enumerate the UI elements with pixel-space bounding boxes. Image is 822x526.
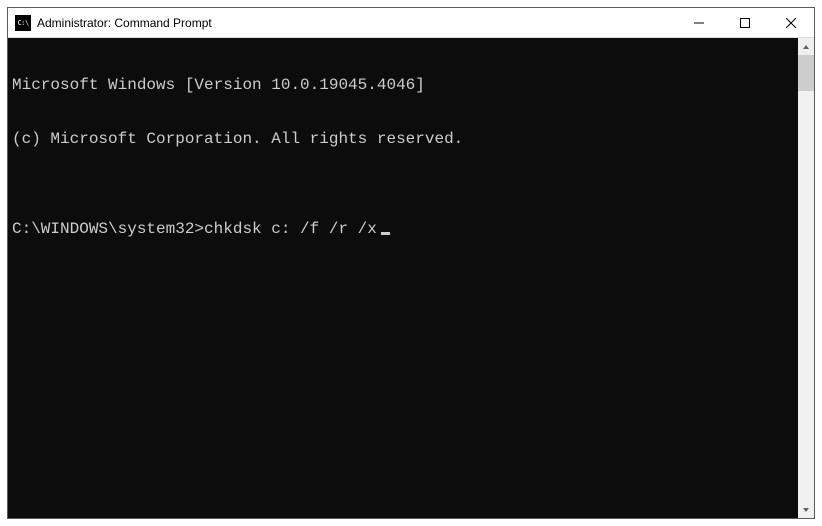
scrollbar-up-button[interactable] [798,38,814,55]
command-prompt-window: C:\ Administrator: Command Prompt Micros… [7,7,815,519]
terminal-prompt-line: C:\WINDOWS\system32>chkdsk c: /f /r /x [12,220,798,238]
terminal-prompt: C:\WINDOWS\system32> [12,220,204,238]
app-icon: C:\ [15,15,31,31]
chevron-down-icon [802,506,810,514]
terminal-output[interactable]: Microsoft Windows [Version 10.0.19045.40… [8,38,798,518]
scrollbar-track[interactable] [798,55,814,501]
chevron-up-icon [802,43,810,51]
maximize-icon [740,18,750,28]
terminal-line-copyright: (c) Microsoft Corporation. All rights re… [12,130,798,148]
maximize-button[interactable] [722,8,768,37]
terminal-line-version: Microsoft Windows [Version 10.0.19045.40… [12,76,798,94]
titlebar[interactable]: C:\ Administrator: Command Prompt [8,8,814,38]
window-title: Administrator: Command Prompt [37,16,676,30]
terminal-command: chkdsk c: /f /r /x [204,220,377,238]
close-button[interactable] [768,8,814,37]
vertical-scrollbar[interactable] [798,38,814,518]
minimize-button[interactable] [676,8,722,37]
window-controls [676,8,814,37]
content-area: Microsoft Windows [Version 10.0.19045.40… [8,38,814,518]
terminal-cursor [381,232,390,235]
scrollbar-thumb[interactable] [798,55,814,91]
scrollbar-down-button[interactable] [798,501,814,518]
close-icon [786,18,796,28]
minimize-icon [694,18,704,28]
